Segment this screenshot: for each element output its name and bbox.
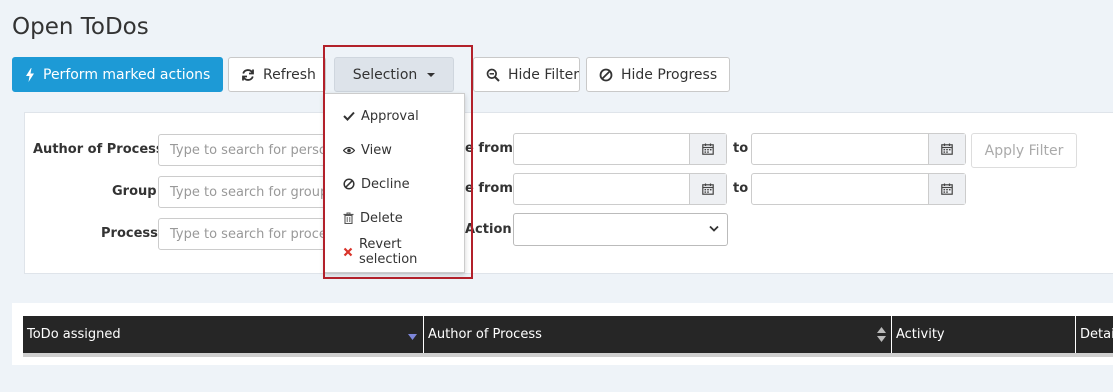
bolt-icon [26, 67, 34, 82]
column-header-detail[interactable]: Detail [1076, 316, 1113, 353]
hide-progress-button[interactable]: Hide Progress [586, 57, 730, 92]
date-from-label-1: e from [465, 141, 513, 156]
calendar-icon[interactable] [928, 174, 965, 204]
perform-label: Perform marked actions [43, 66, 211, 83]
column-header-todo-assigned[interactable]: ToDo assigned [23, 316, 424, 353]
author-filter-label: Author of Process [33, 142, 164, 157]
calendar-icon[interactable] [689, 134, 726, 164]
menu-item-approval[interactable]: Approval [325, 99, 464, 133]
refresh-icon [242, 68, 254, 81]
date-from-input-1[interactable] [513, 133, 727, 165]
process-filter-label: Process [101, 226, 158, 241]
perform-marked-actions-button[interactable]: Perform marked actions [12, 57, 223, 92]
author-search-input[interactable]: Type to search for person [158, 134, 338, 166]
group-filter-label: Group [112, 184, 157, 199]
page-title: Open ToDos [12, 14, 149, 40]
hide-filter-button[interactable]: Hide Filter [473, 57, 580, 92]
apply-filter-button[interactable]: Apply Filter [971, 133, 1077, 168]
date-from-input-2[interactable] [513, 173, 727, 205]
group-search-input[interactable]: Type to search for group [158, 176, 338, 208]
sort-desc-icon [408, 334, 417, 340]
date-from-label-2: e from [465, 181, 513, 196]
selection-label: Selection [352, 66, 418, 83]
hide-filter-label: Hide Filter [508, 66, 580, 83]
process-search-input[interactable]: Type to search for process [158, 218, 338, 250]
chevron-down-icon [427, 72, 436, 77]
calendar-icon[interactable] [689, 174, 726, 204]
hide-progress-label: Hide Progress [621, 66, 718, 83]
trash-icon [343, 212, 354, 224]
selection-dropdown-menu: Approval View Decline Delete Revert sele… [324, 93, 465, 273]
action-select[interactable] [513, 213, 728, 246]
menu-item-revert-selection[interactable]: Revert selection [325, 235, 464, 269]
sort-icon [877, 327, 886, 342]
to-label-2: to [733, 181, 749, 196]
search-minus-icon [486, 68, 500, 82]
ban-icon [599, 68, 613, 81]
check-icon [343, 111, 355, 121]
date-to-input-1[interactable] [751, 133, 966, 165]
menu-item-decline[interactable]: Decline [325, 167, 464, 201]
ban-icon [343, 178, 355, 190]
menu-item-view[interactable]: View [325, 133, 464, 167]
column-header-author[interactable]: Author of Process [424, 316, 892, 353]
eye-icon [343, 146, 355, 154]
column-header-activity[interactable]: Activity [892, 316, 1076, 353]
refresh-button[interactable]: Refresh [228, 57, 326, 92]
refresh-label: Refresh [263, 66, 316, 83]
calendar-icon[interactable] [928, 134, 965, 164]
selection-dropdown-button[interactable]: Selection [334, 57, 454, 92]
chevron-down-icon [709, 225, 719, 232]
action-filter-label: Action [465, 222, 512, 237]
menu-item-delete[interactable]: Delete [325, 201, 464, 235]
x-icon [343, 247, 353, 257]
date-to-input-2[interactable] [751, 173, 966, 205]
table-header: ToDo assigned Author of Process Activity… [23, 316, 1113, 357]
to-label-1: to [733, 141, 749, 156]
